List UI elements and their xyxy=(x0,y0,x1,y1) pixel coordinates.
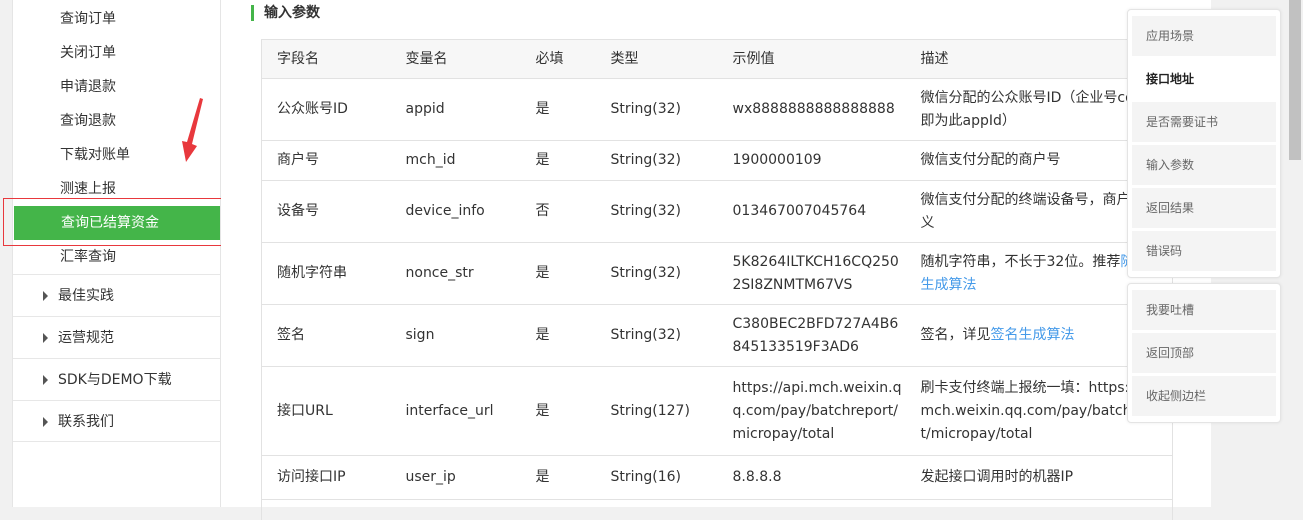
cell-required: 是 xyxy=(520,304,596,367)
cell-var: mch_id xyxy=(390,140,521,181)
desc-text: 随机字符串，不长于32位。推荐 xyxy=(920,253,1121,270)
main-content: 输入参数 字段名 变量名 必填 类型 示例值 描述 公众账号ID appid 是… xyxy=(221,0,1211,520)
float-nav-api-url[interactable]: 接口地址 xyxy=(1132,59,1276,99)
table-row: 访问接口IP user_ip 是 String(16) 8.8.8.8 发起接口… xyxy=(261,455,1173,500)
cell-type: String(127) xyxy=(595,366,718,456)
sidebar-group-label: 最佳实践 xyxy=(58,288,114,304)
table-row: 公众账号ID appid 是 String(32) wx888888888888… xyxy=(261,78,1173,141)
cell-field: 公众账号ID xyxy=(261,78,391,141)
sidebar-item-close-order[interactable]: 关闭订单 xyxy=(13,36,220,70)
cell-var: sign xyxy=(390,304,521,367)
sidebar-group-label: 联系我们 xyxy=(58,414,114,430)
cell-var: appid xyxy=(390,78,521,141)
float-tools: 我要吐槽 返回顶部 收起侧边栏 xyxy=(1127,283,1281,423)
feedback-button[interactable]: 我要吐槽 xyxy=(1132,290,1276,330)
column-header: 示例值 xyxy=(717,39,906,79)
cell-var: user_ip xyxy=(390,455,521,500)
table-row: 随机字符串 nonce_str 是 String(32) 5K8264ILTKC… xyxy=(261,242,1173,305)
cell-type: String(32) xyxy=(595,180,718,243)
caret-right-icon xyxy=(43,417,48,427)
cell-example: 013467007045764 xyxy=(717,180,906,243)
float-section-nav: 应用场景 接口地址 是否需要证书 输入参数 返回结果 错误码 xyxy=(1127,9,1281,278)
sign-algorithm-link[interactable]: 签名生成算法 xyxy=(991,327,1075,343)
table-row: 签名 sign 是 String(32) C380BEC2BFD727A4B68… xyxy=(261,304,1173,367)
table-row xyxy=(261,499,1173,520)
float-nav-input-params[interactable]: 输入参数 xyxy=(1132,145,1276,185)
annotation-highlight-box xyxy=(3,198,246,246)
cell-field: 签名 xyxy=(261,304,391,367)
table-row: 商户号 mch_id 是 String(32) 1900000109 微信支付分… xyxy=(261,140,1173,181)
scrollbar-thumb[interactable] xyxy=(1289,0,1301,160)
params-table: 字段名 变量名 必填 类型 示例值 描述 公众账号ID appid 是 Stri… xyxy=(261,39,1173,520)
red-arrow-icon xyxy=(182,98,203,162)
cell-field: 接口URL xyxy=(261,366,391,456)
column-header: 变量名 xyxy=(390,39,521,79)
caret-right-icon xyxy=(43,291,48,301)
sidebar-item-query-order[interactable]: 查询订单 xyxy=(13,2,220,36)
cell-field: 访问接口IP xyxy=(261,455,391,500)
column-header: 必填 xyxy=(520,39,596,79)
cell-desc: 发起接口调用时的机器IP xyxy=(905,455,1173,500)
float-nav-return-result[interactable]: 返回结果 xyxy=(1132,188,1276,228)
back-to-top-button[interactable]: 返回顶部 xyxy=(1132,333,1276,373)
cell-type: String(32) xyxy=(595,242,718,305)
table-header-row: 字段名 变量名 必填 类型 示例值 描述 xyxy=(261,39,1173,79)
cell-example: https://api.mch.weixin.qq.com/pay/batchr… xyxy=(717,366,906,456)
caret-right-icon xyxy=(43,333,48,343)
float-nav-error-code[interactable]: 错误码 xyxy=(1132,231,1276,271)
table-row: 设备号 device_info 否 String(32) 01346700704… xyxy=(261,180,1173,243)
cell-required: 是 xyxy=(520,455,596,500)
cell-required: 是 xyxy=(520,140,596,181)
cell-field: 商户号 xyxy=(261,140,391,181)
column-header: 字段名 xyxy=(261,39,391,79)
cell-example: C380BEC2BFD727A4B6845133519F3AD6 xyxy=(717,304,906,367)
page-scrollbar[interactable] xyxy=(1287,0,1303,507)
section-title: 输入参数 xyxy=(251,5,320,21)
cell-type: String(32) xyxy=(595,304,718,367)
cell-example: 5K8264ILTKCH16CQ2502SI8ZNMTM67VS xyxy=(717,242,906,305)
caret-right-icon xyxy=(43,375,48,385)
cell-required: 否 xyxy=(520,180,596,243)
cell-var: device_info xyxy=(390,180,521,243)
column-header: 类型 xyxy=(595,39,718,79)
sidebar-nav: 查询订单 关闭订单 申请退款 查询退款 下载对账单 测速上报 查询已结算资金 汇… xyxy=(12,0,221,507)
cell-required: 是 xyxy=(520,242,596,305)
sidebar-group-contact-us[interactable]: 联系我们 xyxy=(13,400,220,442)
sidebar-group-best-practice[interactable]: 最佳实践 xyxy=(13,274,220,316)
desc-text: 签名，详见 xyxy=(920,327,991,343)
cell-required: 是 xyxy=(520,78,596,141)
table-row: 接口URL interface_url 是 String(127) https:… xyxy=(261,366,1173,456)
cell-example: 8.8.8.8 xyxy=(717,455,906,500)
float-nav-scenario[interactable]: 应用场景 xyxy=(1132,16,1276,56)
cell-var: interface_url xyxy=(390,366,521,456)
cell-example: wx8888888888888888 xyxy=(717,78,906,141)
sidebar-group-label: 运营规范 xyxy=(58,330,114,346)
sidebar-group-sdk-demo[interactable]: SDK与DEMO下载 xyxy=(13,358,220,400)
float-nav-certificate[interactable]: 是否需要证书 xyxy=(1132,102,1276,142)
cell-field: 随机字符串 xyxy=(261,242,391,305)
sidebar-group-label: SDK与DEMO下载 xyxy=(58,372,172,388)
cell-example: 1900000109 xyxy=(717,140,906,181)
collapse-sidebar-button[interactable]: 收起侧边栏 xyxy=(1132,376,1276,416)
cell-type: String(32) xyxy=(595,140,718,181)
cell-field: 设备号 xyxy=(261,180,391,243)
cell-var: nonce_str xyxy=(390,242,521,305)
cell-type: String(32) xyxy=(595,78,718,141)
cell-required: 是 xyxy=(520,366,596,456)
sidebar-group-operation-rules[interactable]: 运营规范 xyxy=(13,316,220,358)
cell-type: String(16) xyxy=(595,455,718,500)
